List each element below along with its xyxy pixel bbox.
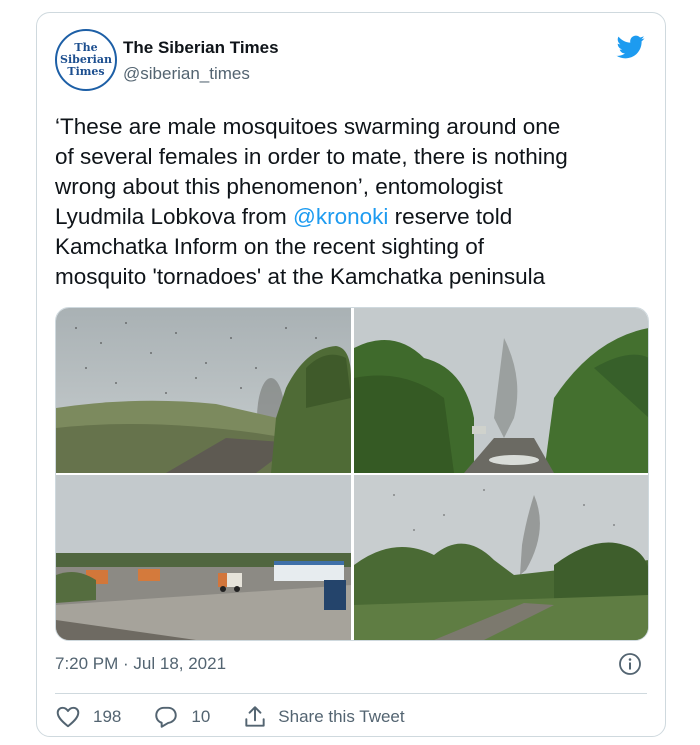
like-button[interactable]: 198 — [55, 704, 121, 730]
share-label: Share this Tweet — [278, 707, 405, 726]
display-name[interactable]: The Siberian Times — [123, 38, 279, 58]
like-count: 198 — [93, 707, 122, 726]
share-button[interactable]: Share this Tweet — [242, 704, 405, 730]
share-icon — [245, 706, 265, 727]
heart-icon — [56, 706, 80, 728]
twitter-bird-icon[interactable] — [615, 33, 647, 61]
mosquito-tornado-field-photo[interactable] — [354, 475, 648, 640]
reply-icon — [155, 706, 178, 728]
reply-count: 10 — [191, 707, 211, 726]
mosquito-swarm-lot-photo[interactable] — [56, 475, 351, 640]
mosquito-tornado-trees-photo[interactable] — [354, 308, 648, 473]
tweet-actions: 198 10 Share this Tweet — [55, 704, 405, 730]
info-icon[interactable] — [618, 652, 642, 676]
tweet-timestamp[interactable]: 7:20 PM · Jul 18, 2021 — [55, 654, 226, 674]
tweet-card: The Siberian Times The Siberian Times @s… — [36, 12, 666, 737]
reply-button[interactable]: 10 — [153, 704, 210, 730]
account-handle[interactable]: @siberian_times — [123, 64, 250, 84]
mention-link[interactable]: @kronoki — [293, 204, 388, 229]
tweet-text: ‘These are male mosquitoes swarming arou… — [55, 112, 655, 292]
avatar[interactable]: The Siberian Times — [55, 29, 117, 91]
avatar-line-3: Times — [67, 65, 105, 78]
mosquito-swarm-road-photo[interactable] — [56, 308, 351, 473]
media-grid — [55, 307, 649, 641]
divider — [55, 693, 647, 694]
